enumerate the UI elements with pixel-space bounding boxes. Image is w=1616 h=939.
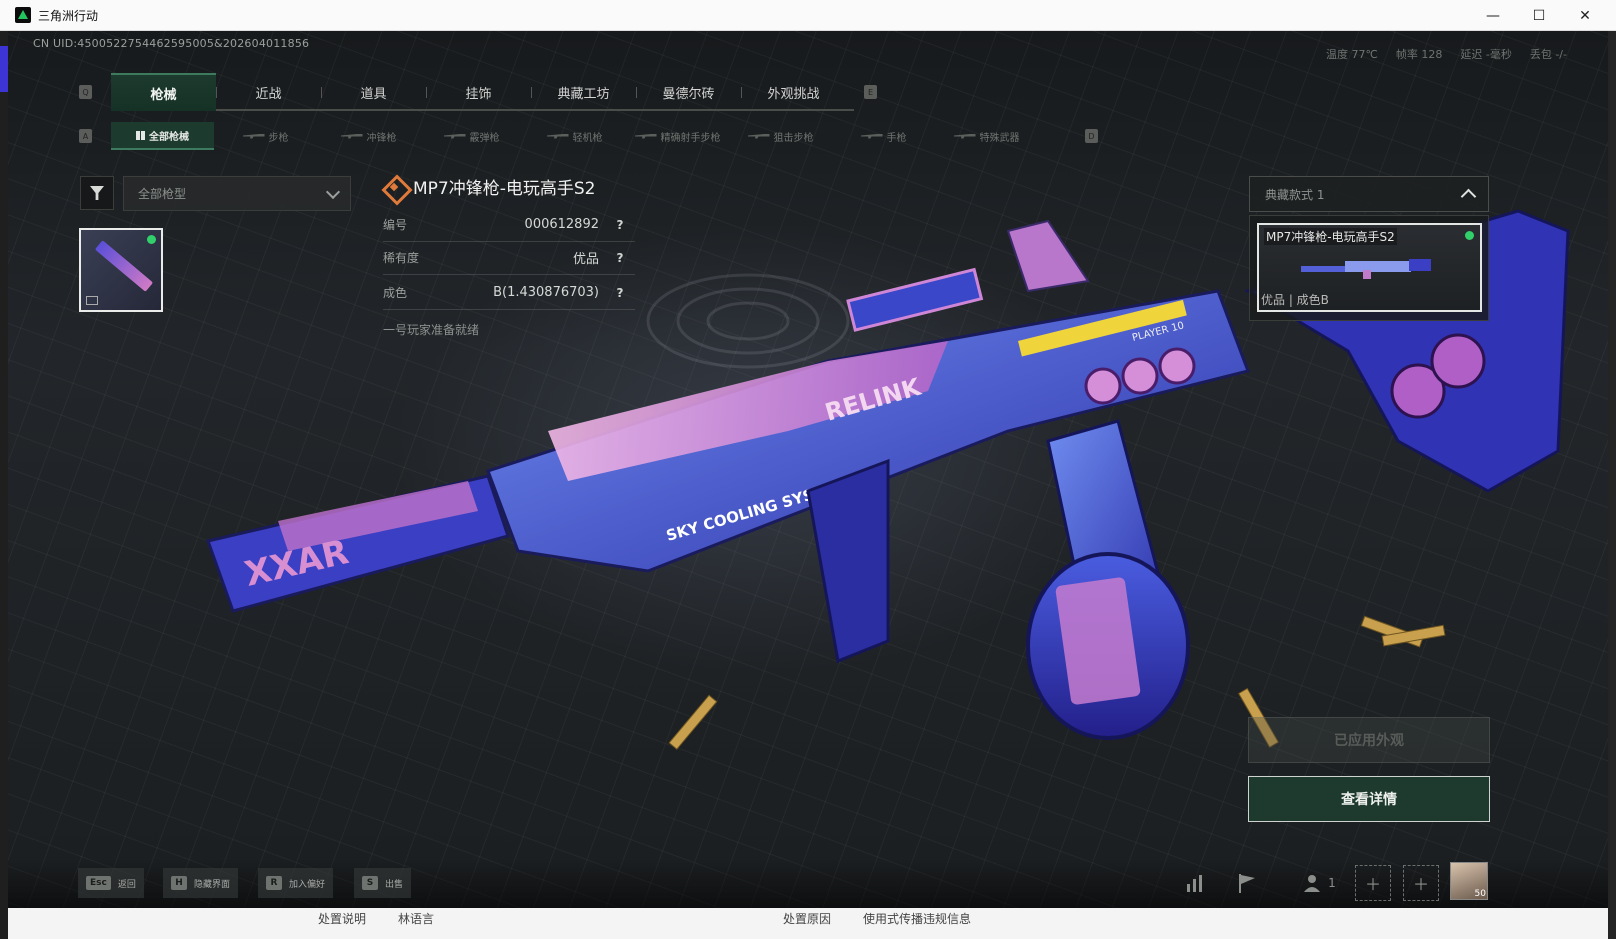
hotkey-label: 加入偏好	[289, 879, 326, 890]
subtab-smg[interactable]: 冲锋枪	[317, 122, 420, 150]
topo-line-pattern	[646, 273, 850, 369]
weapon-foregrip	[806, 458, 890, 664]
shotgun-icon	[443, 133, 466, 139]
subtab-lmg[interactable]: 轻机枪	[523, 122, 626, 150]
hotkey-key: R	[266, 876, 282, 890]
chevron-up-icon	[1460, 188, 1477, 205]
hotkey-label: 出售	[385, 879, 404, 890]
minimize-button[interactable]: —	[1470, 0, 1516, 31]
maximize-button[interactable]: ☐	[1516, 0, 1562, 31]
key-hint-d[interactable]: D	[1085, 129, 1098, 143]
grid-icon	[136, 130, 145, 140]
skin-thumbnail[interactable]	[79, 228, 163, 312]
sell-hotkey[interactable]: S 出售	[354, 868, 412, 898]
add-favorite-hotkey[interactable]: R 加入偏好	[258, 868, 334, 898]
stat-temperature: 温度 77℃	[1326, 48, 1378, 61]
image-icon	[86, 296, 98, 305]
tab-melee[interactable]: 近战	[216, 73, 321, 111]
team-count: 1	[1328, 876, 1336, 890]
filter-button[interactable]	[80, 176, 114, 210]
player-level: 50	[1474, 889, 1486, 899]
style-option-list: MP7冲锋枪-电玩高手S2 优品 | 成色B	[1249, 215, 1489, 321]
collection-style-dropdown[interactable]: 典藏款式 1	[1249, 176, 1489, 212]
style-option-weapon-image	[1301, 259, 1431, 279]
filter-icon	[90, 186, 104, 200]
subtab-shotguns[interactable]: 霰弹枪	[420, 122, 523, 150]
stats-chart-icon[interactable]	[1178, 865, 1214, 901]
tab-appearance-challenge[interactable]: 外观挑战	[741, 73, 846, 111]
category-tabs: 枪械 近战 道具 挂饰 典藏工坊 曼德尔砖 外观挑战	[111, 73, 854, 111]
equipped-indicator	[147, 235, 156, 244]
subtab-sniper[interactable]: 狙击步枪	[729, 122, 832, 150]
stat-packet-loss: 丢包 -/-	[1529, 48, 1567, 61]
invite-slot-plus-icon[interactable]: ＋	[1403, 865, 1439, 901]
close-button[interactable]: ✕	[1562, 0, 1608, 31]
weapon-front-post	[1006, 219, 1090, 293]
tab-mandel-brick[interactable]: 曼德尔砖	[636, 73, 741, 111]
flag-icon[interactable]	[1229, 865, 1265, 901]
lmg-icon	[546, 133, 569, 139]
hotkey-key: H	[171, 876, 187, 890]
weapon-thumbnail-image	[94, 240, 154, 292]
hide-ui-hotkey[interactable]: H 隐藏界面	[163, 868, 239, 898]
tab-charms[interactable]: 挂饰	[426, 73, 531, 111]
stat-fps: 帧率 128	[1395, 48, 1443, 61]
sniper-icon	[747, 133, 770, 139]
key-hint-q[interactable]: Q	[79, 85, 92, 99]
dmr-icon	[634, 133, 657, 139]
weapon-type-tabs: 全部枪械 步枪 冲锋枪 霰弹枪 轻机枪 精确射手步枪 狙击步枪 手枪 特殊武器	[111, 122, 1038, 150]
smg-icon	[340, 133, 363, 139]
background-page-strip: 处置说明 林语言 处置原因 使用式传播违规信息	[8, 908, 1608, 939]
player-avatar[interactable]: 50	[1450, 862, 1488, 900]
subtab-rifles[interactable]: 步枪	[214, 122, 317, 150]
window-title: 三角洲行动	[38, 8, 99, 23]
bg-text-3: 处置原因	[783, 912, 832, 926]
style-option-card[interactable]: MP7冲锋枪-电玩高手S2 优品 | 成色B	[1257, 223, 1482, 312]
collection-style-value: 典藏款式 1	[1265, 187, 1325, 202]
background-window-edge	[0, 31, 8, 939]
view-details-button[interactable]: 查看详情	[1248, 776, 1490, 822]
back-hotkey[interactable]: Esc 返回	[78, 868, 144, 898]
hotkey-key: S	[362, 876, 378, 890]
equipped-indicator	[1465, 231, 1474, 240]
pistol-icon	[860, 133, 883, 139]
subtab-all-weapons[interactable]: 全部枪械	[111, 122, 214, 150]
background-window-edge-right	[1608, 31, 1616, 939]
special-weapon-icon	[953, 133, 976, 139]
style-option-title: MP7冲锋枪-电玩高手S2	[1264, 228, 1397, 245]
gun-type-value: 全部枪型	[138, 187, 187, 201]
hotkey-key: Esc	[86, 876, 111, 890]
subtab-pistols[interactable]: 手枪	[832, 122, 935, 150]
hotkey-label: 返回	[117, 879, 136, 890]
app-logo-icon	[15, 7, 31, 23]
subtab-special[interactable]: 特殊武器	[935, 122, 1038, 150]
weapon-sight	[846, 267, 984, 332]
stat-latency: 延迟 -毫秒	[1460, 48, 1512, 61]
tab-firearms[interactable]: 枪械	[111, 73, 216, 111]
bg-text-4: 使用式传播违规信息	[863, 912, 972, 926]
invite-slot-plus-icon[interactable]: ＋	[1355, 865, 1391, 901]
key-hint-e[interactable]: E	[864, 85, 877, 99]
team-members-icon[interactable]: 1	[1294, 865, 1344, 901]
rifle-icon	[242, 133, 265, 139]
bg-text-1: 处置说明	[318, 912, 367, 926]
hotkey-label: 隐藏界面	[194, 879, 231, 890]
window-titlebar: 三角洲行动 — ☐ ✕	[0, 0, 1616, 31]
tab-items[interactable]: 道具	[321, 73, 426, 111]
key-hint-a[interactable]: A	[79, 129, 92, 143]
appearance-applied-button[interactable]: 已应用外观	[1248, 717, 1490, 763]
uid-watermark: CN UID:4500522754462595005&202604011856	[33, 37, 310, 50]
bg-text-2: 林语言	[398, 912, 435, 926]
style-option-subtitle: 优品 | 成色B	[1261, 293, 1329, 307]
tab-collection-workshop[interactable]: 典藏工坊	[531, 73, 636, 111]
performance-stats: 温度 77℃ 帧率 128 延迟 -毫秒 丢包 -/-	[1326, 46, 1567, 62]
subtab-dmr[interactable]: 精确射手步枪	[626, 122, 729, 150]
game-viewport: CN UID:4500522754462595005&202604011856 …	[8, 31, 1608, 939]
